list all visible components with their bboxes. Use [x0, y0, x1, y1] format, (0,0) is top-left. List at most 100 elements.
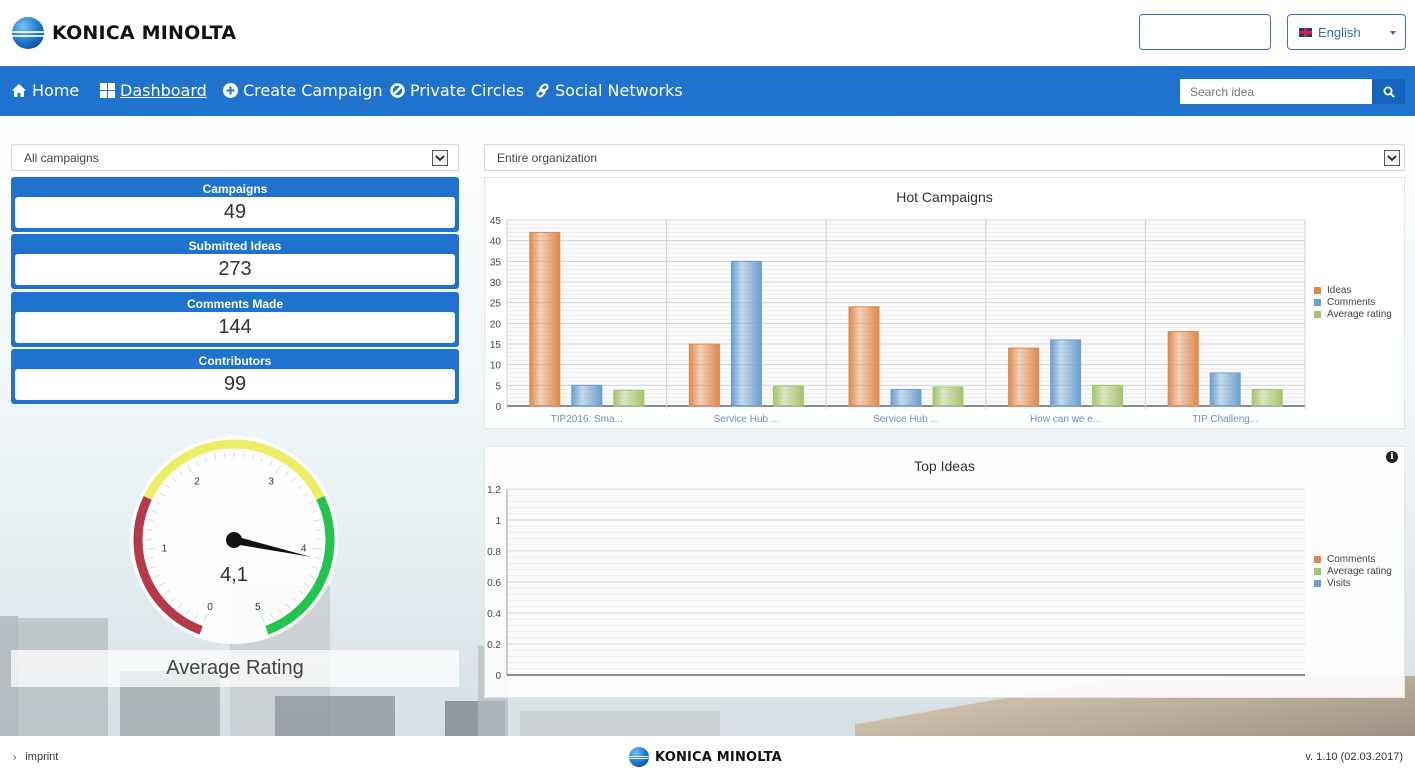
- y-tick-label: 10: [490, 361, 502, 372]
- main-nav: Home Dashboard Create Campaign Private C…: [0, 66, 1415, 116]
- gauge-tick-label: 1: [162, 543, 168, 554]
- y-tick-label: 45: [490, 216, 502, 227]
- bar-ideas[interactable]: [848, 306, 880, 407]
- bar-average-rating[interactable]: [1251, 388, 1283, 407]
- stat-value: 273: [15, 254, 455, 285]
- footer-brand-name: KONICA MINOLTA: [655, 749, 782, 765]
- y-tick-label: 1.2: [487, 485, 501, 496]
- globe-logo-icon: [12, 17, 44, 49]
- bar-ideas[interactable]: [529, 231, 561, 407]
- stat-label: Campaigns: [202, 182, 268, 196]
- x-tick-label: TIP2016: Sma...: [551, 414, 623, 425]
- y-tick-label: 0: [495, 402, 501, 413]
- brand-logo[interactable]: KONICA MINOLTA: [12, 17, 236, 49]
- bar-ideas[interactable]: [688, 343, 720, 407]
- scope-filter-select[interactable]: Entire organization: [484, 144, 1405, 171]
- gauge-tick: [315, 529, 322, 531]
- bar-comments[interactable]: [571, 384, 603, 407]
- gauge-tick: [146, 529, 153, 531]
- chevron-down-icon: [432, 150, 448, 166]
- y-tick-label: 40: [490, 237, 502, 248]
- gauge-pivot: [226, 532, 242, 548]
- ban-icon: [389, 83, 405, 99]
- stat-card-contributors: Contributors 99: [11, 349, 459, 404]
- caret-down-icon: [1390, 31, 1396, 35]
- grid-icon: [99, 83, 115, 99]
- legend-item-comments[interactable]: Comments: [1314, 296, 1392, 308]
- x-tick-label: Service Hub ...: [873, 414, 939, 425]
- bar-average-rating[interactable]: [613, 389, 645, 407]
- search-button[interactable]: [1372, 79, 1405, 104]
- legend-swatch: [1314, 310, 1321, 318]
- uk-flag-icon: [1299, 27, 1312, 37]
- nav-social-networks[interactable]: Social Networks: [534, 81, 683, 100]
- gauge-tick: [223, 452, 226, 459]
- y-tick-label: 0.4: [487, 609, 501, 620]
- bar-comments[interactable]: [1050, 339, 1082, 407]
- legend-label: Average rating: [1327, 308, 1392, 320]
- hot-campaigns-chart: 0 5 10 15 20 25 30 35 40 45 TIP2016: Sma... Service…: [490, 216, 1306, 425]
- legend-item-average-rating[interactable]: Average rating: [1314, 565, 1392, 577]
- stat-value: 144: [15, 312, 455, 343]
- legend-swatch: [1314, 286, 1321, 294]
- bar-average-rating[interactable]: [772, 385, 804, 407]
- stat-card-submitted-ideas: Submitted Ideas 273: [11, 234, 459, 289]
- stat-card-campaigns: Campaigns 49: [11, 177, 459, 232]
- scope-filter-value: Entire organization: [497, 150, 598, 165]
- y-tick-label: 35: [490, 257, 502, 268]
- gauge-tick: [242, 452, 245, 459]
- average-rating-gauge: 0 1 2 3 4 5 4,1: [120, 430, 360, 650]
- gauge-tick-label: 0: [207, 602, 213, 613]
- stat-label: Submitted Ideas: [188, 239, 282, 253]
- legend-item-comments[interactable]: Comments: [1314, 553, 1392, 565]
- y-tick-label: 15: [490, 340, 502, 351]
- bar-comments[interactable]: [1209, 372, 1241, 407]
- search-icon: [1383, 86, 1395, 98]
- footer-logo: KONICA MINOLTA: [629, 747, 782, 767]
- top-ideas-panel: Top Ideas i 0 0.2 0.4 0.6 0.8 1 1.2 Comments A…: [484, 446, 1405, 698]
- search-input[interactable]: [1180, 79, 1372, 104]
- gauge-tick-label: 4: [301, 543, 307, 554]
- nav-dashboard[interactable]: Dashboard: [99, 81, 207, 100]
- top-header: KONICA MINOLTA English: [0, 0, 1415, 66]
- legend-label: Ideas: [1327, 284, 1352, 296]
- bar-average-rating[interactable]: [932, 386, 964, 407]
- gauge-tick-label: 3: [268, 477, 274, 488]
- link-icon: [534, 83, 550, 99]
- bar-average-rating[interactable]: [1092, 384, 1124, 407]
- y-tick-label: 1: [495, 516, 501, 527]
- nav-private-circles[interactable]: Private Circles: [389, 81, 524, 100]
- chart-legend: Ideas Comments Average rating: [1314, 284, 1392, 320]
- campaign-filter-select[interactable]: All campaigns: [11, 144, 459, 171]
- language-label: English: [1318, 24, 1361, 40]
- language-select[interactable]: English: [1287, 14, 1406, 50]
- x-tick-label: TIP Challeng...: [1192, 414, 1258, 425]
- chart-legend: Comments Average rating Visits: [1314, 553, 1392, 589]
- legend-item-visits[interactable]: Visits: [1314, 577, 1392, 589]
- x-tick-label: Service Hub ...: [714, 414, 780, 425]
- bar-ideas[interactable]: [1008, 347, 1040, 407]
- gauge-title: Average Rating: [11, 650, 459, 687]
- y-tick-label: 20: [490, 319, 502, 330]
- gauge-value: 4,1: [220, 564, 248, 586]
- bar-comments[interactable]: [890, 388, 922, 407]
- legend-item-average-rating[interactable]: Average rating: [1314, 308, 1392, 320]
- legend-swatch: [1314, 298, 1321, 306]
- imprint-link[interactable]: › imprint: [13, 751, 58, 763]
- login-button[interactable]: [1139, 14, 1271, 50]
- home-icon: [11, 83, 27, 99]
- legend-swatch: [1314, 567, 1321, 575]
- bar-comments[interactable]: [730, 260, 762, 407]
- y-tick-label: 0.2: [487, 640, 501, 651]
- y-tick-label: 5: [495, 381, 501, 392]
- bar-ideas[interactable]: [1167, 331, 1199, 407]
- legend-label: Comments: [1327, 553, 1376, 565]
- chevron-right-icon: ›: [13, 751, 17, 763]
- nav-home[interactable]: Home: [11, 81, 79, 100]
- stat-value: 99: [15, 369, 455, 400]
- top-ideas-chart: 0 0.2 0.4 0.6 0.8 1 1.2: [487, 485, 1305, 682]
- nav-create-campaign[interactable]: Create Campaign: [222, 81, 383, 100]
- legend-item-ideas[interactable]: Ideas: [1314, 284, 1392, 296]
- campaign-filter-value: All campaigns: [24, 150, 99, 165]
- y-tick-label: 0.6: [487, 578, 501, 589]
